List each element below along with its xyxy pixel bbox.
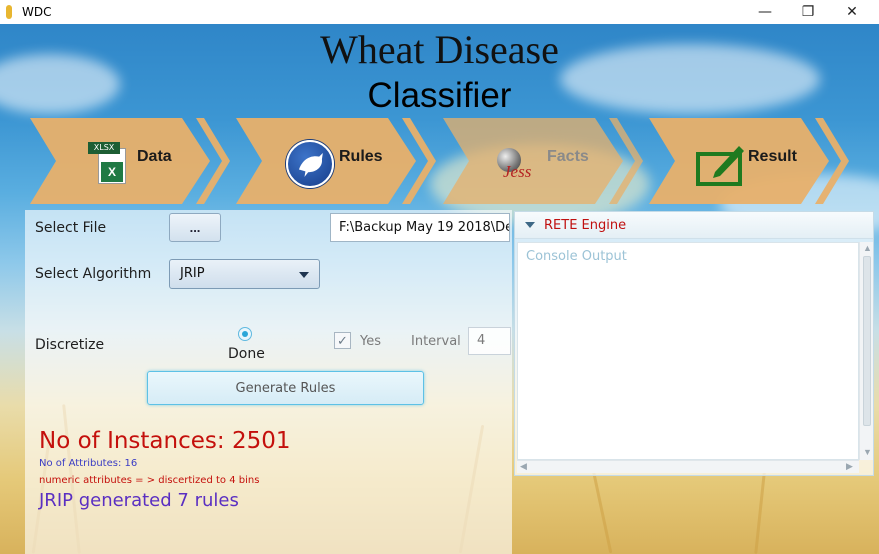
discretization-note: numeric attributes = > discertized to 4 … xyxy=(39,475,260,486)
scroll-right-icon[interactable]: ▶ xyxy=(846,461,853,472)
yes-checkbox-label: Yes xyxy=(360,334,381,349)
yes-checkbox[interactable]: ✓ xyxy=(334,332,351,349)
app-icon xyxy=(6,5,12,19)
console-horizontal-scrollbar[interactable]: ◀ ▶ xyxy=(517,460,859,473)
minimize-button[interactable]: — xyxy=(742,0,788,24)
console-vertical-scrollbar[interactable]: ▲ ▼ xyxy=(859,242,873,460)
chevron-down-icon xyxy=(299,272,309,278)
interval-input[interactable]: 4 xyxy=(468,327,511,355)
step-facts[interactable]: Jess Facts xyxy=(443,118,643,204)
app-subtitle: Classifier xyxy=(367,76,512,115)
algorithm-select[interactable]: JRIP xyxy=(169,259,320,289)
step-rules-label: Rules xyxy=(339,148,383,165)
interval-label: Interval xyxy=(411,334,461,349)
step-result-label: Result xyxy=(748,148,797,165)
app-title: Wheat Disease xyxy=(320,27,559,72)
file-path-input[interactable]: F:\Backup May 19 2018\Desktop xyxy=(330,213,510,242)
scroll-left-icon[interactable]: ◀ xyxy=(520,461,527,472)
done-radio[interactable] xyxy=(238,327,252,341)
jess-icon: Jess xyxy=(493,146,545,186)
edit-square-icon xyxy=(695,142,745,188)
step-chevron xyxy=(30,118,230,204)
bird-icon xyxy=(286,140,334,188)
rules-generated: JRIP generated 7 rules xyxy=(39,490,239,511)
scroll-down-icon[interactable]: ▼ xyxy=(863,447,872,457)
close-button[interactable]: ✕ xyxy=(829,0,875,24)
step-data-label: Data xyxy=(137,148,172,165)
select-algorithm-label: Select Algorithm xyxy=(35,266,152,282)
wheat-stalk xyxy=(590,464,613,554)
browse-button[interactable]: ... xyxy=(169,213,221,242)
excel-xlsx-icon: X XLSX xyxy=(88,142,128,186)
step-result[interactable]: Result xyxy=(649,118,849,204)
console-output[interactable]: Console Output xyxy=(517,242,859,460)
window-titlebar: WDC — ❐ ✕ xyxy=(0,0,879,24)
rete-engine-title: RETE Engine xyxy=(544,218,627,233)
scrollbar-thumb[interactable] xyxy=(863,256,871,426)
generate-rules-button[interactable]: Generate Rules xyxy=(147,371,424,405)
step-chevron xyxy=(236,118,436,204)
algorithm-select-value: JRIP xyxy=(180,266,205,281)
discretize-label: Discretize xyxy=(35,337,105,353)
form-panel: Select File ... F:\Backup May 19 2018\De… xyxy=(25,210,512,554)
step-data[interactable]: X XLSX Data xyxy=(30,118,230,204)
app-window: Wheat Disease Classifier X XLSX Data Rul… xyxy=(0,24,879,554)
done-radio-label: Done xyxy=(228,346,265,362)
rete-engine-header[interactable]: RETE Engine xyxy=(515,212,873,239)
select-file-label: Select File xyxy=(35,220,107,236)
collapse-triangle-icon[interactable] xyxy=(525,222,535,228)
attributes-count: No of Attributes: 16 xyxy=(39,458,138,469)
window-title: WDC xyxy=(22,5,52,19)
scroll-up-icon[interactable]: ▲ xyxy=(863,243,872,253)
step-facts-label: Facts xyxy=(547,148,589,165)
rete-engine-panel: RETE Engine Console Output ▲ ▼ ◀ ▶ xyxy=(514,211,874,476)
maximize-button[interactable]: ❐ xyxy=(785,0,831,24)
step-rules[interactable]: Rules xyxy=(236,118,436,204)
instances-count: No of Instances: 2501 xyxy=(39,428,291,454)
